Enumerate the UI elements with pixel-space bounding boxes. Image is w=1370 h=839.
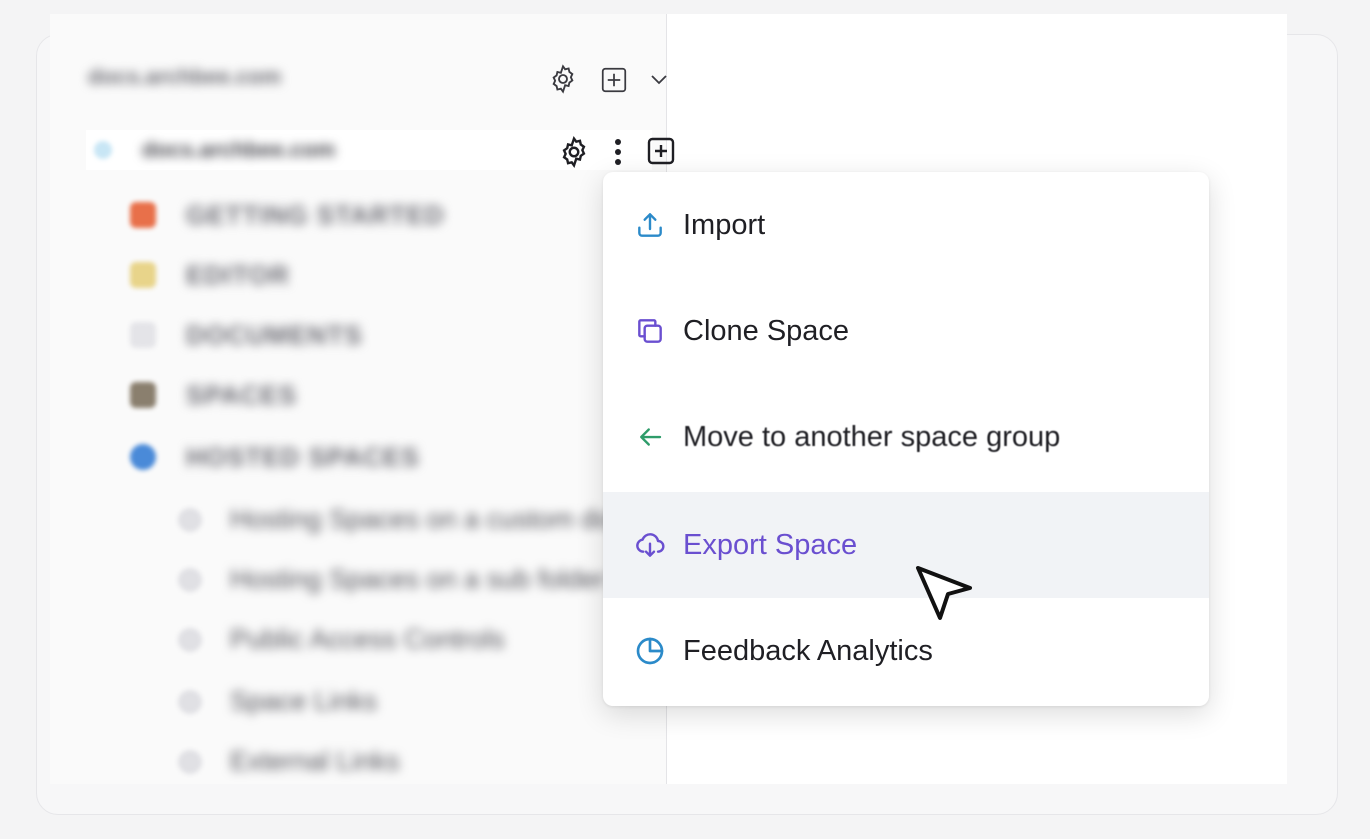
nav-item-icon [130,202,156,228]
menu-item-clone-space[interactable]: Clone Space [603,278,1209,384]
cloud-download-icon [633,528,667,562]
sub-item-icon [178,508,202,532]
menu-item-label: Clone Space [683,314,850,347]
org-settings-gear-icon[interactable] [546,62,580,96]
sub-item-label: Hosting Spaces on a sub folder [230,564,606,594]
pie-chart-icon [633,634,667,668]
nav-item-label: SPACES [186,380,297,410]
sub-item-icon [178,750,202,774]
sub-item-label: Space Links [230,686,378,716]
nav-item-icon [130,444,156,470]
mouse-cursor-icon [916,566,972,620]
menu-item-feedback-analytics[interactable]: Feedback Analytics [603,598,1209,704]
chevron-down-icon[interactable] [644,64,674,94]
space-name: docs.archbee.com [142,137,336,162]
menu-item-export-space[interactable]: Export Space [603,492,1209,598]
nav-item-icon [130,322,156,348]
nav-item-icon [130,262,156,288]
space-add-icon[interactable] [644,134,678,168]
sub-item-icon [178,628,202,652]
nav-item-label: EDITOR [186,260,290,290]
sub-item-icon [178,690,202,714]
clone-icon [633,314,667,348]
upload-icon [633,208,667,242]
menu-item-label: Export Space [683,528,858,561]
space-icon [94,141,112,159]
nav-item-label: DOCUMENTS [186,320,363,350]
menu-item-label: Move to another space group [683,420,1061,453]
nav-item-icon [130,382,156,408]
arrow-left-icon [633,420,667,454]
nav-item-label: HOSTED SPACES [186,442,420,472]
menu-item-label: Feedback Analytics [683,634,933,667]
menu-item-move-space[interactable]: Move to another space group [603,384,1209,490]
menu-item-label: Import [683,208,766,241]
sub-item-label: Public Access Controls [230,624,505,654]
org-add-icon[interactable] [598,64,630,96]
more-vertical-icon[interactable] [606,134,630,170]
space-options-menu: Import Clone Space Move to another space… [603,172,1209,706]
sub-item-label: External Links [230,746,400,776]
org-name: docs.archbee.com [88,64,282,89]
space-settings-gear-icon[interactable] [556,134,592,170]
nav-item-label: GETTING STARTED [186,200,445,230]
sub-item-icon [178,568,202,592]
menu-item-import[interactable]: Import [603,172,1209,278]
